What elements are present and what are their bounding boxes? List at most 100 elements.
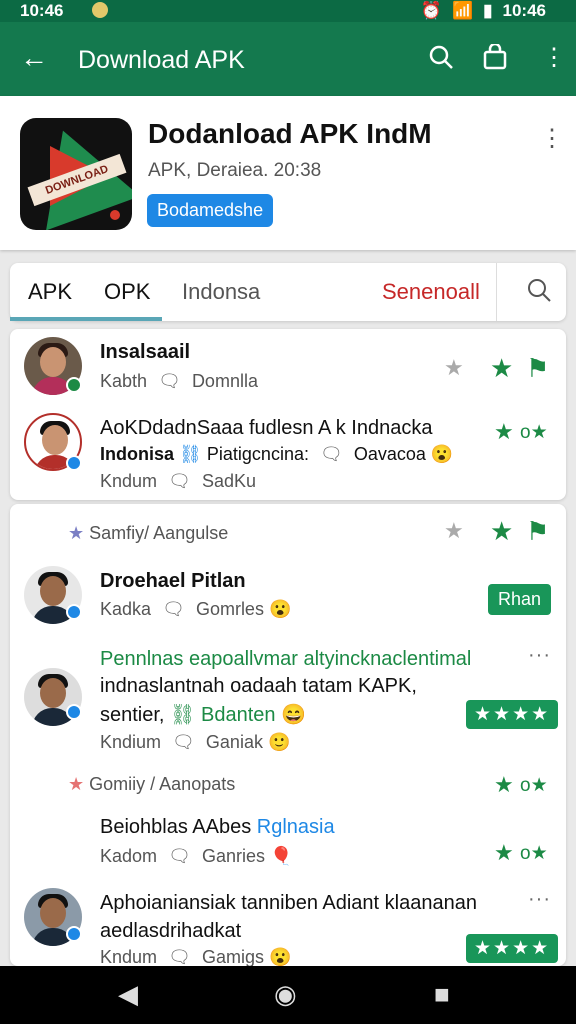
star-icon[interactable]: ★ bbox=[490, 353, 513, 384]
review-line-3b: Bdanten bbox=[201, 704, 276, 726]
review-meta: Kadom 🗨 Ganries 🎈 bbox=[100, 846, 292, 867]
section-header: ★ Gomiiy / Aanopats bbox=[68, 774, 235, 795]
review-meta: Kndum 🗨 Gamigs 😮 bbox=[100, 947, 291, 968]
link-icon: ⛓ bbox=[170, 704, 196, 726]
star-icon: ★ bbox=[68, 774, 85, 794]
wifi-icon: 📶 bbox=[451, 1, 474, 20]
section-title: Samfiy/ Aangulse bbox=[89, 523, 229, 543]
comment-icon[interactable]: 🗨 bbox=[162, 599, 185, 619]
meta-label: Gamigs bbox=[201, 947, 264, 967]
app-icon-dot bbox=[110, 210, 120, 220]
meta-label: Kndum bbox=[100, 947, 158, 967]
more-horiz-icon[interactable]: ··· bbox=[528, 888, 551, 911]
home-nav-icon[interactable]: ◉ bbox=[274, 979, 297, 1010]
bag-icon[interactable] bbox=[482, 42, 508, 77]
review-line-1: Aphoianiansiak tanniben Adiant klaananan bbox=[100, 892, 477, 914]
comment-icon[interactable]: 🗨 bbox=[158, 371, 181, 391]
status-right-time: 10:46 bbox=[502, 1, 546, 20]
comment-icon[interactable]: 🗨 bbox=[320, 444, 343, 464]
review-line: Indonisa ⛓ Piatigcncina: 🗨 Oavacoa 😮 bbox=[100, 444, 453, 465]
meta-label: Ganiak bbox=[205, 732, 263, 752]
star-icon[interactable]: ★ bbox=[494, 772, 514, 798]
review-line-a: Indonisa bbox=[100, 444, 175, 464]
avatar-face bbox=[42, 425, 68, 455]
review-meta: Kndum 🗨 SadKu bbox=[100, 471, 256, 492]
tab-apk[interactable]: APK bbox=[28, 279, 72, 305]
meta-label: Ganries bbox=[201, 846, 265, 866]
emoji-icon: 😮 bbox=[430, 444, 454, 464]
review-name: Droehael Pitlan bbox=[100, 570, 246, 592]
tab-senenoall[interactable]: Senenoall bbox=[382, 279, 480, 305]
tab-bar: APK OPK Indonsa Senenoall bbox=[10, 263, 566, 321]
comment-icon[interactable]: 🗨 bbox=[168, 471, 191, 491]
recents-nav-icon[interactable]: ■ bbox=[434, 979, 450, 1010]
meta-label: Kadom bbox=[100, 846, 158, 866]
alarm-icon: ⏰ bbox=[420, 1, 442, 20]
pin-icon[interactable]: ⚑ bbox=[526, 353, 549, 384]
more-horiz-icon[interactable]: ··· bbox=[528, 644, 551, 667]
app-card: DOWNLOAD Dodanload APK IndM APK, Deraiea… bbox=[0, 96, 576, 250]
meta-label: Kadka bbox=[100, 599, 152, 619]
app-bar: ← Download APK ⋮ bbox=[0, 22, 576, 96]
app-icon: DOWNLOAD bbox=[20, 118, 132, 230]
status-bar: 10:46 ⏰ 📶 ▮ 10:46 bbox=[0, 0, 576, 22]
comment-icon[interactable]: 🗨 bbox=[168, 947, 191, 967]
review-name-a: Beiohblas AAbes bbox=[100, 816, 252, 838]
more-vert-icon[interactable]: ⋮ bbox=[540, 124, 564, 153]
review-card-1: Insalsaail Kabth 🗨 Domnlla ★ ★ ⚑ AoKDdad… bbox=[10, 329, 566, 500]
status-time: 10:46 bbox=[20, 1, 64, 20]
pin-icon[interactable]: ⚑ bbox=[526, 516, 549, 547]
link-icon: ⛓ bbox=[179, 444, 202, 464]
more-vert-icon[interactable]: ⋮ bbox=[542, 44, 566, 72]
search-icon[interactable] bbox=[526, 277, 552, 310]
review-name: Insalsaail bbox=[100, 341, 191, 363]
system-nav-bar: ◀ ◉ ■ bbox=[0, 966, 576, 1024]
meta-label: Kndium bbox=[100, 732, 162, 752]
battery-icon: ▮ bbox=[483, 1, 493, 20]
tab-indonsa[interactable]: Indonsa bbox=[182, 279, 260, 305]
star-rating-badge: ★★★★ bbox=[466, 934, 559, 963]
avatar-face bbox=[40, 898, 66, 928]
review-card-2: ★ Samfiy/ Aangulse ★ ★ ⚑ Droehael Pitlan… bbox=[10, 504, 566, 968]
star-rating-icon: o★ bbox=[520, 422, 548, 443]
star-icon[interactable]: ★ bbox=[490, 516, 513, 547]
tab-opk[interactable]: OPK bbox=[104, 279, 150, 305]
emoji-icon: 😮 bbox=[268, 947, 292, 967]
review-line-2: indnaslantnah oadaah tatam KAPK, bbox=[100, 675, 417, 697]
verified-badge bbox=[66, 604, 82, 620]
emoji-icon: 🎈 bbox=[269, 846, 293, 866]
verified-badge bbox=[66, 926, 82, 942]
star-icon[interactable]: ★ bbox=[494, 419, 514, 445]
section-header: ★ Samfiy/ Aangulse bbox=[68, 523, 228, 544]
meta-label: Kabth bbox=[100, 371, 148, 391]
app-subtitle: APK, Deraiea. 20:38 bbox=[148, 160, 322, 181]
comment-icon[interactable]: 🗨 bbox=[172, 732, 195, 752]
emoji-icon: 😄 bbox=[281, 704, 306, 726]
review-meta: Kndium 🗨 Ganiak 🙂 bbox=[100, 732, 290, 753]
status-icons: ⏰ 📶 ▮ 10:46 bbox=[421, 1, 546, 21]
review-name-b: Rglnasia bbox=[256, 816, 335, 838]
app-badge-button[interactable]: Bodamedshe bbox=[147, 194, 274, 227]
emoji-icon: 🙂 bbox=[267, 732, 291, 752]
comment-icon[interactable]: 🗨 bbox=[168, 846, 191, 866]
meta-label: SadKu bbox=[201, 471, 256, 491]
back-arrow-icon[interactable]: ← bbox=[20, 44, 48, 72]
avatar-face bbox=[40, 347, 66, 377]
search-icon[interactable] bbox=[428, 44, 454, 77]
review-line-b: Piatigcncina: bbox=[206, 444, 309, 464]
emoji-icon: 😮 bbox=[268, 599, 292, 619]
back-nav-icon[interactable]: ◀ bbox=[118, 979, 138, 1010]
star-icon[interactable]: ★ bbox=[494, 840, 514, 866]
star-outline-icon[interactable]: ★ bbox=[444, 518, 464, 544]
review-line-3: sentier, ⛓ Bdanten 😄 bbox=[100, 702, 306, 727]
tab-divider bbox=[496, 263, 497, 321]
reply-button[interactable]: Rhan bbox=[488, 584, 552, 615]
meta-label: Domnlla bbox=[191, 371, 258, 391]
star-outline-icon[interactable]: ★ bbox=[444, 355, 464, 381]
verified-badge bbox=[66, 455, 82, 471]
star-rating-icon: o★ bbox=[520, 775, 548, 796]
review-line-2: aedlasdrihadkat bbox=[100, 920, 242, 942]
avatar-face bbox=[40, 678, 66, 708]
review-line-c: Oavacoa bbox=[353, 444, 426, 464]
tab-indicator bbox=[10, 317, 162, 321]
